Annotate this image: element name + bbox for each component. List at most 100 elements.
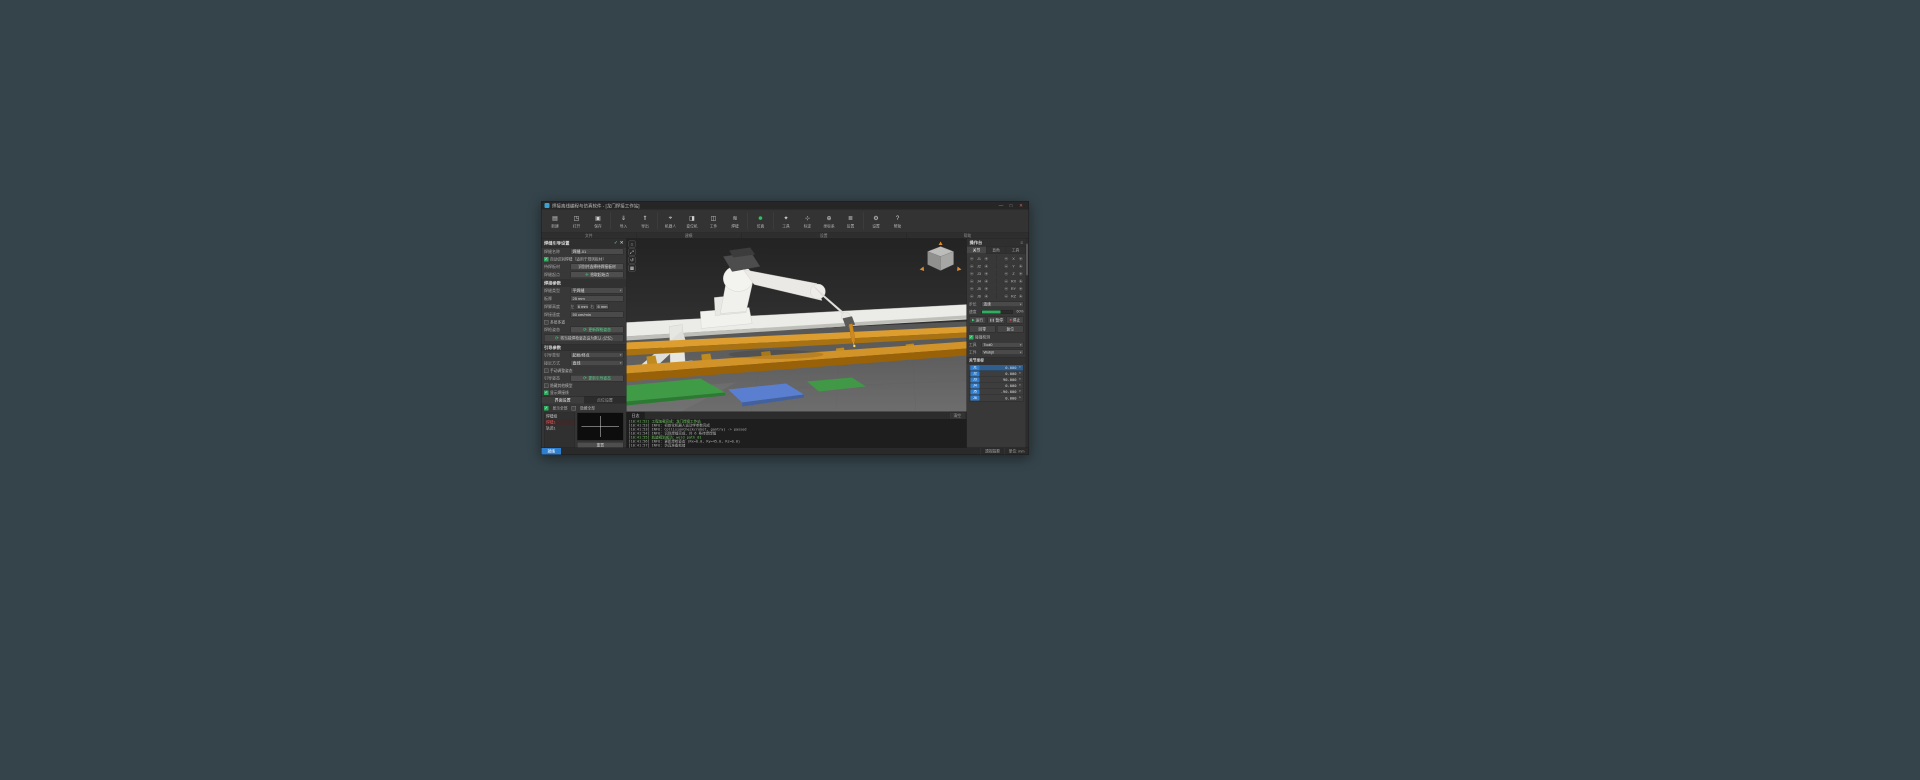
toolbar-button-robot[interactable]: ⌖ 机器人 <box>660 211 681 232</box>
jog-plus-button[interactable]: + <box>983 278 989 284</box>
weld-speed-input[interactable]: 50 cm/min <box>570 311 624 318</box>
jog-minus-button[interactable]: − <box>969 270 975 277</box>
tab-joint-jog[interactable]: 关节 <box>967 246 987 254</box>
toolbar-label: 帮助 <box>893 223 902 229</box>
run-button[interactable]: ▶ 运行 <box>969 316 987 324</box>
jog-axis-label: RX <box>1010 278 1017 284</box>
weld-name-input[interactable]: 焊缝-01 <box>570 248 624 255</box>
tools-icon: ✦ <box>783 214 789 222</box>
clear-log-button[interactable]: 清空 <box>950 412 965 419</box>
tab-point-settings[interactable]: 点位设置 <box>584 397 626 404</box>
chevron-down-icon: ▾ <box>1019 302 1022 307</box>
jog-minus-button[interactable]: − <box>969 278 975 284</box>
toolbar-button-coordinate[interactable]: ⊕ 坐标系 <box>819 211 840 232</box>
jog-minus-button[interactable]: − <box>969 255 975 262</box>
toolbar-button-save[interactable]: ▣ 保存 <box>588 211 609 232</box>
collision-check-checkbox[interactable]: ✓ <box>969 335 974 340</box>
jog-minus-button[interactable]: − <box>969 285 975 292</box>
toolbar-button-workpiece[interactable]: ◫ 工件 <box>703 211 724 232</box>
jog-minus-button[interactable]: − <box>1003 278 1009 284</box>
toolbar-button-export[interactable]: ⇑ 导出 <box>635 211 656 232</box>
layout-preview-thumbnail[interactable] <box>577 412 624 441</box>
workobject-frame-select[interactable]: Wobj0 ▾ <box>981 349 1024 355</box>
list-item[interactable]: 轨迹1 <box>545 425 575 431</box>
memory-pose-button[interactable]: ⟳ 将当前焊枪姿态设为默认 (记忆) <box>544 334 624 342</box>
manual-pose-checkbox[interactable]: ✓ <box>544 368 549 373</box>
show-weldline-checkbox[interactable]: ✓ <box>544 390 549 395</box>
tab-cartesian-jog[interactable]: 直角 <box>986 246 1006 254</box>
jog-plus-button[interactable]: + <box>1018 285 1024 292</box>
jog-minus-button[interactable]: − <box>1003 285 1009 292</box>
toolbar-button-calibration[interactable]: ⊹ 标定 <box>797 211 818 232</box>
toolbar-button-import[interactable]: ⇓ 导入 <box>613 211 634 232</box>
viewport-3d[interactable]: ⌂ ⤢ ↺ ▦ <box>626 238 967 412</box>
toolbar-button-simulate[interactable]: ● 仿真 <box>750 211 771 232</box>
update-guide-pose-button[interactable]: ⟳ 更新引导姿态 <box>570 374 624 382</box>
jog-plus-button[interactable]: + <box>983 285 989 292</box>
scrollbar-thumb[interactable] <box>1026 243 1028 276</box>
table-row[interactable]: J6 0.000 ° <box>969 395 1023 401</box>
jog-plus-button[interactable]: + <box>1018 270 1024 277</box>
select-plates-button[interactable]: 识别并选择待焊接板材 <box>570 263 624 270</box>
plate-thickness-input[interactable]: 25 mm <box>570 295 624 302</box>
right-panel-scrollbar[interactable] <box>1025 238 1029 448</box>
maximize-button[interactable]: □ <box>1007 203 1016 209</box>
toolbar-button-new[interactable]: ▤ 新建 <box>545 211 566 232</box>
jog-plus-button[interactable]: + <box>1018 255 1024 262</box>
reset-pose-button[interactable]: 复位 <box>997 325 1024 333</box>
home-button[interactable]: 回零 <box>969 325 996 333</box>
toolbar-button-weld-seam[interactable]: ≋ 焊缝 <box>725 211 746 232</box>
speed-slider[interactable] <box>981 309 1013 314</box>
auto-detect-checkbox[interactable]: ✓ <box>544 256 549 262</box>
update-torch-pose-button[interactable]: ⟳ 更新焊枪姿态 <box>570 326 624 333</box>
jog-minus-button[interactable]: − <box>1003 293 1009 299</box>
guide-type-select[interactable]: 起始/终点 ▾ <box>570 352 624 358</box>
tab-log[interactable]: 日志 <box>626 412 645 419</box>
hide-all-checkbox[interactable]: ✓ <box>571 405 576 411</box>
pause-button[interactable]: ❚❚ 暂停 <box>987 316 1005 324</box>
toolbar-button-help[interactable]: ? 帮助 <box>887 211 908 232</box>
toolbar-button-postprocess[interactable]: ≣ 后置 <box>840 211 861 232</box>
pick-start-point-button[interactable]: ✛ 拾取起始点 <box>570 271 624 278</box>
leg-right-input[interactable]: 6 mm <box>595 303 609 310</box>
jog-plus-button[interactable]: + <box>983 255 989 262</box>
tool-frame-select[interactable]: Tool0 ▾ <box>981 342 1024 348</box>
jog-plus-button[interactable]: + <box>983 270 989 277</box>
close-panel-button[interactable]: ✕ <box>620 240 624 246</box>
jog-minus-button[interactable]: − <box>1003 263 1009 269</box>
leg-left-input[interactable]: 6 mm <box>575 303 589 310</box>
toolbar-button-settings[interactable]: ⚙ 设置 <box>866 211 887 232</box>
jog-plus-button[interactable]: + <box>1018 278 1024 284</box>
jog-minus-button[interactable]: − <box>969 263 975 269</box>
jog-minus-button[interactable]: − <box>1003 255 1009 262</box>
jog-plus-button[interactable]: + <box>983 293 989 299</box>
orbit-button[interactable]: ↺ <box>628 256 636 264</box>
toolbar-button-open[interactable]: ◳ 打开 <box>566 211 587 232</box>
grid-toggle-button[interactable]: ▦ <box>628 264 636 272</box>
minimize-button[interactable]: — <box>997 203 1006 209</box>
jog-minus-button[interactable]: − <box>1003 270 1009 277</box>
close-button[interactable]: ✕ <box>1017 203 1026 209</box>
apply-icon[interactable]: ✓ <box>614 240 618 246</box>
approach-select[interactable]: 直线 ▾ <box>570 360 624 366</box>
step-size-select[interactable]: 连续 ▾ <box>981 301 1024 307</box>
weld-type-select[interactable]: 平焊缝 ▾ <box>570 287 624 294</box>
home-view-button[interactable]: ⌂ <box>628 240 636 248</box>
jog-minus-button[interactable]: − <box>969 293 975 299</box>
show-all-checkbox[interactable]: ✓ <box>544 405 549 411</box>
stop-button[interactable]: ■ 停止 <box>1006 316 1024 324</box>
toolbar-button-positioner[interactable]: ◨ 变位机 <box>682 211 703 232</box>
log-output[interactable]: [10:41:52] 工程加载完成：龙门焊接工作站 [10:41:53] INF… <box>627 419 967 448</box>
hide-others-checkbox[interactable]: ✓ <box>544 383 549 388</box>
toolbar-button-tools[interactable]: ✦ 工具 <box>776 211 797 232</box>
panel-menu-icon[interactable]: ≡ <box>1020 240 1023 245</box>
tab-ui-settings[interactable]: 界面设置 <box>541 396 584 404</box>
jog-plus-button[interactable]: + <box>1018 263 1024 269</box>
zoom-fit-button[interactable]: ⤢ <box>628 248 636 256</box>
tab-tool-jog[interactable]: 工具 <box>1006 246 1026 254</box>
axis-badge: J5 <box>970 389 980 395</box>
jog-plus-button[interactable]: + <box>1018 293 1024 299</box>
multi-pass-checkbox[interactable]: ✓ <box>544 319 549 325</box>
jog-axis-label: J3 <box>977 271 981 276</box>
jog-plus-button[interactable]: + <box>983 263 989 269</box>
